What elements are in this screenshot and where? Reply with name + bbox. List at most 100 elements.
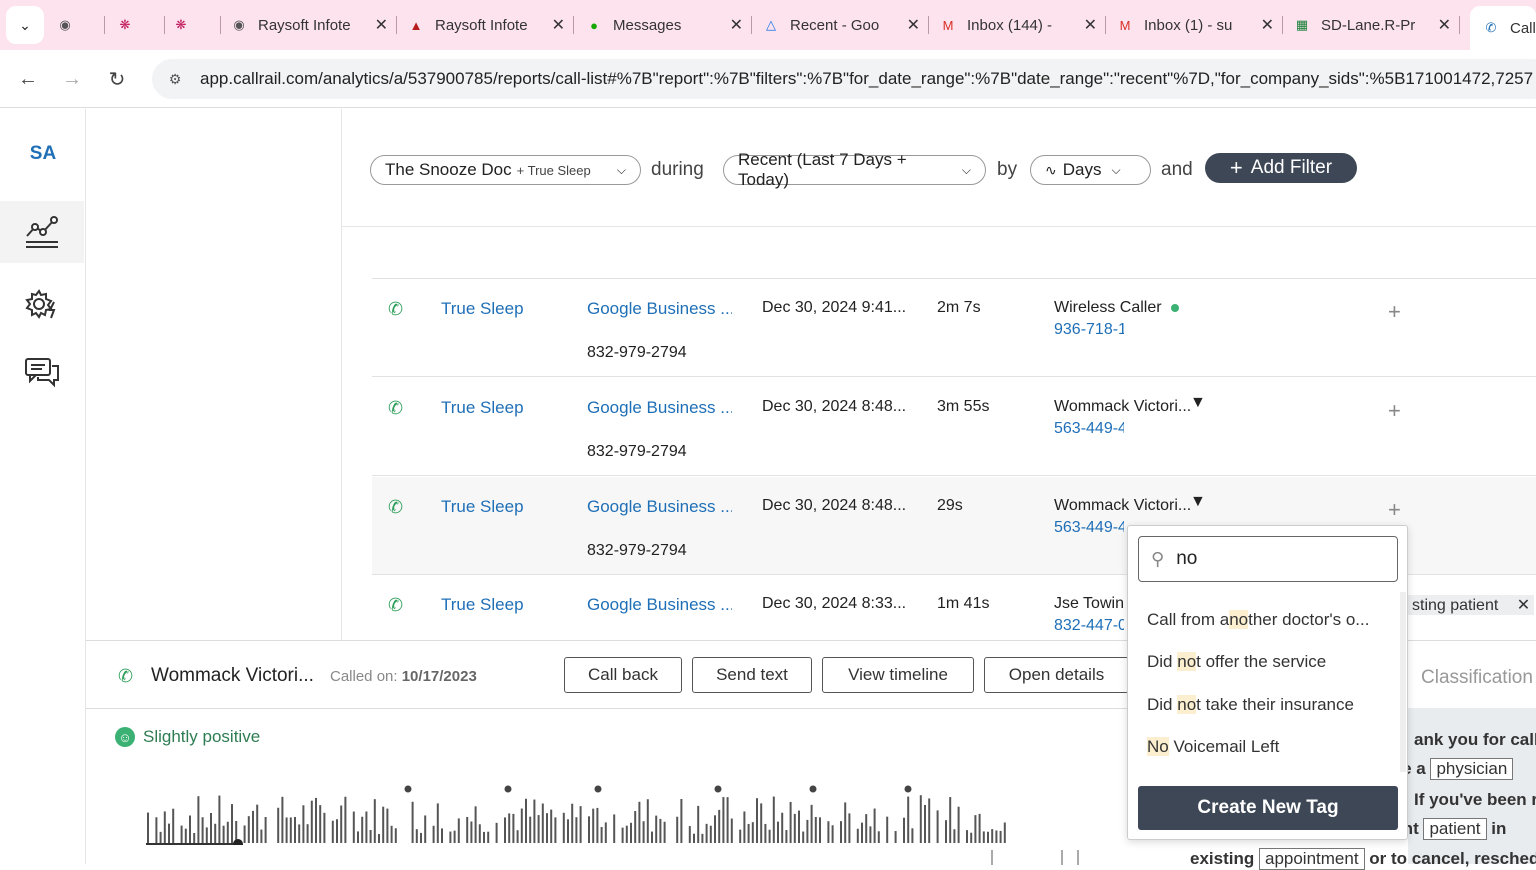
thumbs-down-icon[interactable]: ▼ [1190,394,1206,412]
tag-chip[interactable]: sting patient ✕ [1408,595,1535,615]
waveform-marker[interactable] [809,785,817,793]
grouping-filter[interactable]: ∿ Days ⌵ [1030,155,1151,185]
browser-tab[interactable]: ◉ Raysoft Infote ✕ [230,6,388,44]
browser-tab[interactable]: △ Recent - Goo ✕ [762,6,920,44]
thumbs-down-icon[interactable]: ▼ [1190,493,1206,511]
inbound-call-icon: ✆ [388,299,404,319]
call-date: Dec 30, 2024 8:48... [762,398,907,415]
table-row[interactable]: ✆ True Sleep Google Business ... Dec 30, 20… [372,279,1536,377]
upwork-icon: ● [590,17,598,33]
source-link[interactable]: Google Business ... [587,398,732,418]
automation-nav[interactable] [0,273,84,335]
account-initials[interactable]: SA [0,143,86,165]
source-link[interactable]: Google Business ... [587,299,732,319]
tab-search-button[interactable]: ⌄ [6,6,44,44]
keyword-chip[interactable]: appointment [1258,848,1365,870]
globe-icon: ◉ [233,17,245,32]
caller-name: Wommack Victori... [1054,398,1190,415]
analytics-nav[interactable] [0,201,84,263]
close-icon[interactable]: ✕ [730,15,743,35]
conversations-nav[interactable] [0,341,84,403]
date-range-filter[interactable]: Recent (Last 7 Days + Today) ⌵ [723,150,986,189]
browser-tab[interactable]: ▲ Raysoft Infote ✕ [407,6,565,44]
reload-button[interactable]: ↻ [101,63,133,95]
tab-separator [396,16,397,34]
close-icon[interactable]: ✕ [375,15,388,35]
browser-tab[interactable]: M Inbox (144) - ✕ [939,6,1097,44]
tag-search-input[interactable]: ⚲ no [1138,536,1398,582]
add-tag-button[interactable]: + [1388,497,1401,523]
close-icon[interactable]: ✕ [907,15,920,35]
tag-option[interactable]: No Voicemail Left [1147,737,1387,757]
tab-separator [104,16,105,34]
close-icon[interactable]: ✕ [552,15,565,35]
add-tag-button[interactable]: + [1388,299,1401,325]
source-link[interactable]: Google Business ... [587,497,732,517]
company-filter-label: The Snooze Doc [385,160,512,179]
company-filter[interactable]: The Snooze Doc + True Sleep ⌵ [370,155,641,185]
address-bar[interactable]: ⚙ app.callrail.com/analytics/a/537900785… [152,59,1536,99]
popup-scrollbar[interactable] [1400,592,1406,772]
match-highlight: No [1147,737,1169,756]
browser-tab[interactable]: ✆ Call [1470,6,1536,50]
caller-phone[interactable]: 563-449-4336 [1054,519,1124,537]
keyword-chip[interactable]: patient [1423,818,1487,840]
table-row[interactable]: ✆ True Sleep Google Business ... Dec 30, 20… [372,378,1536,476]
chevron-down-icon: ⌵ [1111,162,1121,177]
chevron-down-icon: ⌄ [19,16,31,33]
close-icon[interactable]: ✕ [1438,15,1451,35]
close-icon[interactable]: ✕ [1261,15,1274,35]
match-highlight: no [1229,610,1249,629]
gmail-icon: M [942,17,954,33]
slack-icon: ❋ [175,17,187,32]
audio-waveform[interactable] [146,781,1016,845]
waveform-marker[interactable] [404,785,412,793]
sheets-icon: ▦ [1295,17,1309,32]
company-link[interactable]: True Sleep [441,299,524,319]
waveform-marker[interactable] [904,785,912,793]
tag-option[interactable]: Call from another doctor's o... [1147,610,1387,630]
caller-phone[interactable]: 563-449-4336 [1054,420,1124,438]
match-highlight: no [1177,695,1197,714]
create-new-tag-button[interactable]: Create New Tag [1138,786,1398,830]
call-back-button[interactable]: Call back [564,657,682,693]
tag-option[interactable]: Did not take their insurance [1147,695,1387,715]
tag-option[interactable]: Did not offer the service [1147,652,1387,672]
browser-tab[interactable]: ❋ [172,6,212,44]
company-link[interactable]: True Sleep [441,497,524,517]
caller-phone[interactable]: 936-718-1114 [1054,321,1124,339]
playhead[interactable] [233,839,243,845]
add-tag-button[interactable]: + [1388,398,1401,424]
back-button[interactable]: ← [12,63,44,95]
source-link[interactable]: Google Business ... [587,595,732,615]
scroll-indicator[interactable] [991,850,993,865]
scroll-indicator[interactable] [1061,850,1079,865]
drive-icon: △ [766,17,776,32]
plus-icon: + [1229,155,1243,180]
company-link[interactable]: True Sleep [441,398,524,418]
table-row[interactable]: 832-979-2794563-449-4336 [372,227,1536,279]
classification-tab[interactable]: Classification [1421,667,1533,689]
company-link[interactable]: True Sleep [441,595,524,615]
browser-tab[interactable]: ▦ SD-Lane.R-Pr ✕ [1293,6,1451,44]
site-info-icon[interactable]: ⚙ [164,68,186,90]
open-details-button[interactable]: Open details [984,657,1129,693]
waveform-marker[interactable] [594,785,602,793]
close-icon[interactable]: ✕ [1084,15,1097,35]
add-filter-button[interactable]: + Add Filter [1205,153,1357,183]
keyword-chip[interactable]: physician [1430,758,1514,780]
globe-icon: ◉ [59,17,71,32]
browser-tab[interactable]: M Inbox (1) - su ✕ [1116,6,1274,44]
browser-tab[interactable]: ❋ [116,6,156,44]
forward-button[interactable]: → [56,63,88,95]
transcript-text: in [1491,819,1507,838]
tag-option-text: ther doctor's o... [1248,610,1370,629]
send-text-button[interactable]: Send text [692,657,812,693]
browser-tab[interactable]: ● Messages ✕ [585,6,743,44]
caller-phone[interactable]: 832-447-0 [1054,617,1124,635]
remove-tag-icon[interactable]: ✕ [1512,597,1530,614]
waveform-marker[interactable] [714,785,722,793]
view-timeline-button[interactable]: View timeline [822,657,974,693]
waveform-marker[interactable] [504,785,512,793]
browser-tab[interactable]: ◉ [56,6,96,44]
